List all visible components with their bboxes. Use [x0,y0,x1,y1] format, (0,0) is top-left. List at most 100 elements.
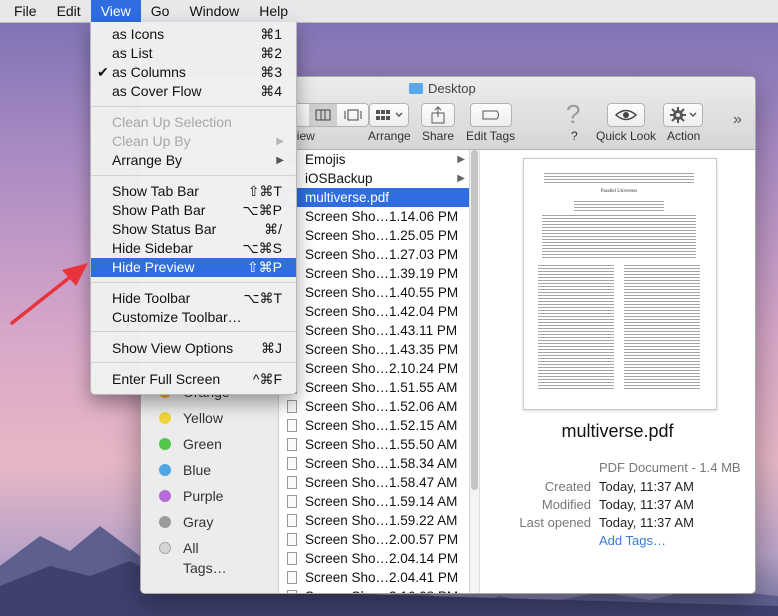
pdf-text-line [624,283,700,284]
action-button[interactable] [663,103,703,127]
menu-edit[interactable]: Edit [47,0,91,22]
share-button[interactable] [421,103,455,127]
menu-file[interactable]: File [0,0,47,22]
menu-item-clean-up-by: Clean Up By ▶ [112,133,284,149]
file-row[interactable]: Screen Sho…2.10.24 PM [279,359,469,378]
menu-view[interactable]: View [90,0,141,22]
menu-item-hide-sidebar[interactable]: Hide Sidebar ⌥⌘S [91,239,296,258]
menu-item-show-tab-bar[interactable]: Show Tab Bar ⇧⌘T [91,182,296,201]
quick-look-button[interactable] [607,103,645,127]
pdf-text-line [624,295,700,296]
pdf-text-line [538,277,614,278]
file-row[interactable]: Screen Sho…1.52.15 AM [279,416,469,435]
file-row[interactable]: Screen Sho…1.25.05 PM [279,226,469,245]
file-row[interactable]: Screen Sho…1.27.03 PM [279,245,469,264]
menu-item-show-path-bar[interactable]: Show Path Bar ⌥⌘P [91,201,296,220]
file-name: Screen Sho…1.27.03 PM [305,247,459,262]
pdf-text-lines [538,173,700,389]
menu-item-customize-toolbar[interactable]: Customize Toolbar… [91,308,296,327]
file-name: Screen Sho…1.42.04 PM [305,304,459,319]
menu-go[interactable]: Go [141,0,180,22]
file-name: multiverse.pdf [305,190,390,205]
pdf-text-line [624,385,700,386]
file-row[interactable]: Screen Sho…1.55.50 AM [279,435,469,454]
menu-item-show-status-bar[interactable]: Show Status Bar ⌘/ [91,220,296,239]
tag-color-dot [159,542,171,554]
menu-item-show-view-options[interactable]: Show View Options ⌘J [91,339,296,358]
column-scrollbar[interactable] [470,150,480,593]
file-row[interactable]: Screen Sho…1.14.06 PM [279,207,469,226]
share-icon [431,106,445,124]
file-name: Screen Sho…2.16.08 PM [305,587,458,593]
file-row[interactable]: Screen Sho…1.58.34 AM [279,454,469,473]
file-row[interactable]: Screen Sho…1.39.19 PM [279,264,469,283]
created-value: Today, 11:37 AM [599,479,694,494]
menu-item-as-list[interactable]: as List ⌘2 [91,44,296,63]
pdf-text-line [538,304,614,305]
menu-item-hide-toolbar[interactable]: Hide Toolbar ⌥⌘T [91,289,296,308]
file-icon [287,457,297,470]
help-icon[interactable]: ? [566,99,580,130]
pdf-text-line [624,301,700,302]
menu-separator [91,175,296,176]
file-row[interactable]: Screen Sho…1.40.55 PM [279,283,469,302]
pdf-thumbnail[interactable]: Parallel Universes [523,158,717,410]
tag-color-dot [159,490,171,502]
pdf-text-line [538,355,614,356]
folder-row[interactable]: Emojis ▶ [279,150,469,169]
cover-flow-view-button[interactable] [338,104,368,126]
menu-item-as-cover-flow[interactable]: as Cover Flow ⌘4 [91,82,296,101]
arrange-button[interactable] [369,103,409,127]
toolbar-overflow-icon[interactable]: » [733,111,742,129]
arrange-label: Arrange [368,129,411,143]
pdf-text-line [542,257,696,258]
pdf-text-line [544,176,694,177]
pdf-text-line [624,322,700,323]
file-name: Screen Sho…1.25.05 PM [305,228,459,243]
menu-item-as-icons[interactable]: as Icons ⌘1 [91,25,296,44]
pdf-text-line [538,373,614,374]
file-row[interactable]: Screen Sho…1.59.22 AM [279,511,469,530]
add-tags-link[interactable]: Add Tags… [599,533,666,548]
file-row[interactable]: Screen Sho…1.59.14 AM [279,492,469,511]
pdf-text-line [624,373,700,374]
pdf-text-line [538,301,614,302]
pdf-text-line [538,346,614,347]
file-icon [287,533,297,546]
file-row[interactable]: Screen Sho…1.51.55 AM [279,378,469,397]
menu-item-as-columns[interactable]: ✔ as Columns ⌘3 [91,63,296,82]
file-row[interactable]: Screen Sho…1.52.06 AM [279,397,469,416]
file-row[interactable]: Screen Sho…1.43.11 PM [279,321,469,340]
file-row[interactable]: Screen Sho…1.58.47 AM [279,473,469,492]
pdf-text-line [624,352,700,353]
file-row[interactable]: Screen Sho…1.43.35 PM [279,340,469,359]
file-name: Screen Sho…1.43.35 PM [305,342,459,357]
pdf-text-line [542,221,696,222]
menu-item-hide-preview[interactable]: Hide Preview ⇧⌘P [91,258,296,277]
file-row[interactable]: Screen Sho…2.00.57 PM [279,530,469,549]
file-row[interactable]: Screen Sho…1.42.04 PM [279,302,469,321]
pdf-text-line [624,277,700,278]
file-row[interactable]: Screen Sho…2.04.14 PM [279,549,469,568]
pdf-text-line [624,325,700,326]
menu-separator [91,362,296,363]
tag-color-dot [159,412,171,424]
columns-view-button[interactable] [309,104,337,126]
file-row[interactable]: multiverse.pdf [279,188,469,207]
window-title-text: Desktop [428,81,476,96]
pdf-text-line [542,245,696,246]
pdf-text-line [542,215,696,216]
folder-row[interactable]: iOSBackup ▶ [279,169,469,188]
menu-item-arrange-by[interactable]: Arrange By ▶ [91,151,296,170]
file-row[interactable]: Screen Sho…2.16.08 PM [279,587,469,593]
menu-help[interactable]: Help [249,0,298,22]
file-row[interactable]: Screen Sho…2.04.41 PM [279,568,469,587]
pdf-text-line [624,274,700,275]
scrollbar-thumb[interactable] [471,150,478,490]
view-menu-dropdown: as Icons ⌘1 as List ⌘2 ✔ as Columns ⌘3 as C… [90,22,297,395]
file-name: Screen Sho…1.58.34 AM [305,456,458,471]
file-name: Screen Sho…1.52.06 AM [305,399,458,414]
menu-item-enter-full-screen[interactable]: Enter Full Screen ^⌘F [91,370,296,389]
edit-tags-button[interactable] [470,103,512,127]
menu-window[interactable]: Window [179,0,249,22]
